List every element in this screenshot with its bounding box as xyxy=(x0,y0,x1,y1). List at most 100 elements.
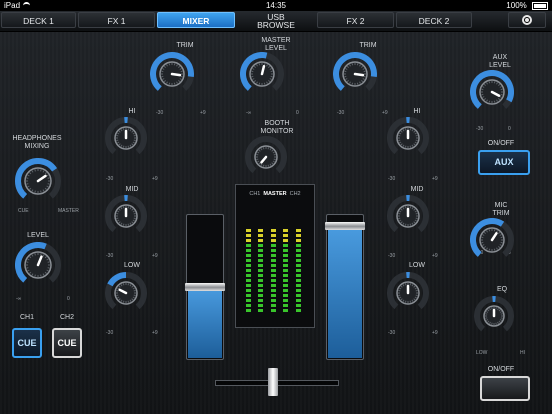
meter-segment xyxy=(296,249,301,252)
tab-usb-browse[interactable]: USB BROWSE xyxy=(237,12,315,30)
meter-segment xyxy=(246,264,251,267)
crossfader-handle[interactable] xyxy=(268,368,278,396)
tab-fx1[interactable]: FX 1 xyxy=(78,12,155,28)
knob-tooth xyxy=(415,139,418,142)
knob-tooth xyxy=(415,134,418,137)
low-knob-right[interactable] xyxy=(387,272,429,314)
hi-knob-left[interactable] xyxy=(105,117,147,159)
channel-fader-right[interactable] xyxy=(325,214,365,360)
aux-level-label: AUX LEVEL xyxy=(485,54,515,70)
meter-segment xyxy=(283,309,288,312)
knob-tooth xyxy=(47,261,50,263)
knob-tooth xyxy=(127,223,130,226)
mic-on-off-button[interactable] xyxy=(480,376,530,401)
knob-tooth xyxy=(122,283,125,286)
knob-tooth xyxy=(488,81,491,84)
knob-tooth xyxy=(493,229,496,232)
knob-tooth xyxy=(273,158,276,161)
mid-knob-right[interactable] xyxy=(387,195,429,237)
tab-deck2[interactable]: DECK 2 xyxy=(396,12,472,28)
level-meter-header: CH1 MASTER CH2 xyxy=(236,191,314,197)
aux-on-off-button[interactable]: AUX xyxy=(478,150,530,175)
master-level-knob[interactable] xyxy=(240,52,284,96)
knob-tooth xyxy=(344,75,347,78)
trim-knob-left[interactable] xyxy=(150,52,194,96)
knob-tooth xyxy=(409,206,412,209)
scale-mark: -30 xyxy=(388,253,396,259)
meter-segment xyxy=(246,294,251,297)
mid-label-right: MID xyxy=(410,186,424,193)
meter-segment xyxy=(258,279,263,282)
knob-tooth xyxy=(251,75,254,78)
knob-tooth xyxy=(495,307,497,310)
channel-fader-left-handle[interactable] xyxy=(185,283,225,291)
hi-label-left: HI xyxy=(128,108,136,115)
hi-label-right: HI xyxy=(413,108,421,115)
meter-segment xyxy=(296,234,301,237)
knob-tooth xyxy=(267,147,270,150)
tab-deck1[interactable]: DECK 1 xyxy=(1,12,76,28)
knob-tooth xyxy=(127,128,130,131)
meter-segment xyxy=(258,264,263,267)
meter-segment xyxy=(246,289,251,292)
knob-tooth xyxy=(40,274,42,277)
headphones-level-knob[interactable] xyxy=(15,242,61,288)
knob-tooth xyxy=(404,223,407,226)
knob-tooth xyxy=(47,183,50,185)
tab-mixer[interactable]: MIXER xyxy=(157,12,235,28)
low-knob-left[interactable] xyxy=(105,272,147,314)
knob-tooth xyxy=(270,70,273,73)
level-meter: CH1 MASTER CH2 xyxy=(235,184,315,328)
knob-tooth xyxy=(116,212,119,215)
scale-mark: HI xyxy=(520,350,525,356)
booth-monitor-label: BOOTH MONITOR xyxy=(252,120,302,136)
knob-tooth xyxy=(409,300,412,303)
channel-fader-right-handle[interactable] xyxy=(325,221,365,230)
knob-tooth xyxy=(173,63,176,66)
trim-knob-right[interactable] xyxy=(333,52,377,96)
tab-fx2[interactable]: FX 2 xyxy=(317,12,394,28)
meter-segment xyxy=(296,299,301,302)
master-level-label: MASTER LEVEL xyxy=(251,37,301,53)
knob-tooth xyxy=(116,294,119,297)
headphones-mixing-line2: MIXING xyxy=(24,143,50,150)
scale-mark: LOW xyxy=(476,350,488,356)
knob-tooth xyxy=(258,82,261,85)
meter-segment xyxy=(283,269,288,272)
aux-level-line1: AUX xyxy=(492,54,508,61)
mid-knob-left[interactable] xyxy=(105,195,147,237)
ch2-cue-button[interactable]: CUE xyxy=(52,328,82,358)
trim-label-left: TRIM xyxy=(176,42,194,49)
booth-monitor-knob[interactable] xyxy=(245,136,287,178)
ch1-cue-button[interactable]: CUE xyxy=(12,328,42,358)
knob-tooth xyxy=(398,289,401,292)
meter-segment xyxy=(246,309,251,312)
mic-eq-knob[interactable] xyxy=(474,296,514,336)
meter-segment xyxy=(258,289,263,292)
headphones-mixing-knob[interactable] xyxy=(15,158,61,204)
knob-tooth xyxy=(273,153,276,156)
hi-knob-right[interactable] xyxy=(387,117,429,159)
settings-button[interactable] xyxy=(508,12,546,28)
knob-tooth xyxy=(173,82,176,85)
knob-tooth xyxy=(116,134,119,137)
battery-icon xyxy=(532,1,548,10)
knob-tooth xyxy=(133,139,136,142)
knob-tooth xyxy=(34,253,36,256)
knob-tooth xyxy=(116,139,119,142)
knob-tooth xyxy=(127,300,130,303)
knob-tooth xyxy=(168,63,171,66)
meter-segment xyxy=(246,239,251,242)
meter-segment xyxy=(271,279,276,282)
meter-segment xyxy=(258,274,263,277)
knob-tooth xyxy=(398,294,401,297)
channel-fader-left[interactable] xyxy=(185,214,225,360)
knob-tooth xyxy=(127,283,130,286)
aux-level-knob[interactable] xyxy=(470,70,514,114)
meter-segment xyxy=(296,279,301,282)
scale-mark: 0 xyxy=(67,296,70,302)
meter-segment xyxy=(283,249,288,252)
meter-column xyxy=(271,229,276,314)
mic-trim-knob[interactable] xyxy=(470,218,514,262)
knob-pointer xyxy=(353,72,365,77)
